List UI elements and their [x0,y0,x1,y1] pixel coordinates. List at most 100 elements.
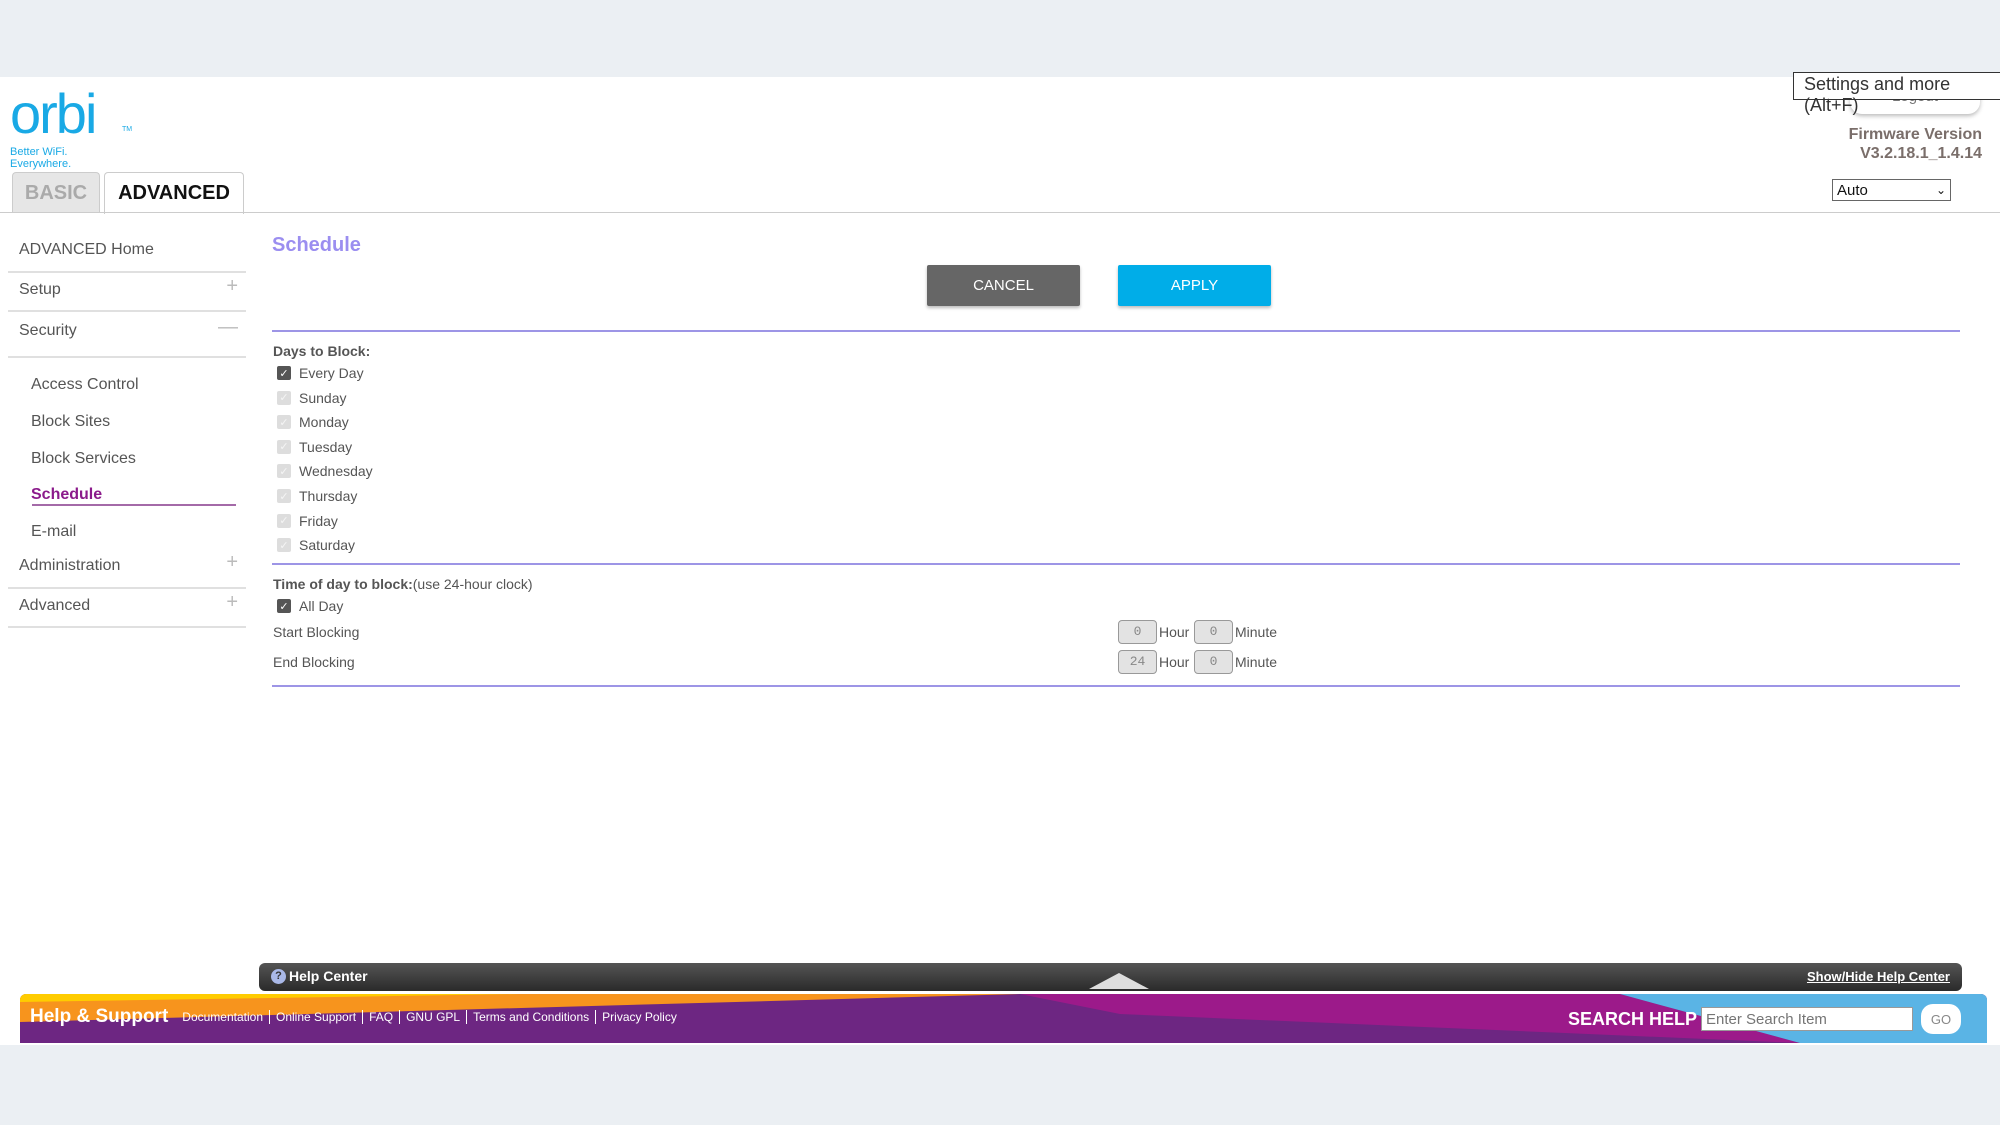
question-icon: ? [271,968,286,984]
start-minute-input[interactable]: 0 [1194,620,1233,644]
day-checkbox-row: ✓ Monday [277,414,349,430]
day-checkbox-row: ✓ Thursday [277,488,357,504]
day-checkbox: ✓ [277,439,291,454]
sidebar: ADVANCED Home Setup + Security — Access … [8,230,246,630]
firmware-label: Firmware Version [1848,126,1982,143]
all-day-label: All Day [299,598,344,614]
page-title: Schedule [272,234,361,256]
days-heading: Days to Block: [273,343,371,359]
day-label: Thursday [299,488,358,504]
start-hour-input[interactable]: 0 [1118,620,1157,644]
firmware-version: V3.2.18.1_1.4.14 [1860,145,1982,162]
expand-arrow-icon[interactable] [1089,973,1149,989]
start-blocking-label: Start Blocking [273,624,360,640]
browser-top-band [0,0,2000,77]
tab-divider [0,212,2000,213]
tab-basic[interactable]: BASIC [12,172,100,213]
end-hour-input[interactable]: 24 [1118,650,1157,674]
sidebar-item-advanced[interactable]: Advanced [19,597,90,615]
link-gnu-gpl[interactable]: GNU GPL [400,1010,468,1024]
tab-advanced[interactable]: ADVANCED [104,172,244,214]
search-help-input[interactable] [1701,1007,1914,1031]
search-help-label: SEARCH HELP [1568,1008,1698,1029]
help-center-label: Help Center [289,968,368,984]
browser-tooltip: Settings and more (Alt+F) [1793,72,2000,115]
day-label: Saturday [299,537,356,554]
language-select[interactable]: Auto ⌄ [1832,179,1951,201]
time-heading-label: Time of day to block: [273,576,413,592]
day-label: Sunday [299,389,347,406]
help-support-title: Help & Support [30,1006,169,1027]
sidebar-item-administration[interactable]: Administration [19,557,120,575]
sidebar-item-block-services[interactable]: Block Services [31,450,136,468]
divider [8,587,246,589]
link-online-support[interactable]: Online Support [270,1010,364,1024]
sidebar-item-access-control[interactable]: Access Control [31,376,139,394]
divider [8,356,246,358]
go-button[interactable]: GO [1921,1004,1962,1034]
trademark: TM [122,126,133,133]
sidebar-item-email[interactable]: E-mail [31,523,76,541]
time-note: (use 24-hour clock) [412,576,533,592]
day-checkbox-row: ✓ Friday [277,513,338,529]
day-label: Monday [299,414,349,431]
link-terms[interactable]: Terms and Conditions [467,1010,597,1024]
sidebar-item-security[interactable]: Security [19,322,77,340]
link-faq[interactable]: FAQ [363,1010,401,1024]
end-blocking-label: End Blocking [273,654,355,670]
sidebar-item-advanced-home[interactable]: ADVANCED Home [19,241,154,259]
sidebar-item-block-sites[interactable]: Block Sites [31,413,110,431]
link-documentation[interactable]: Documentation [176,1010,270,1024]
divider [8,310,246,312]
day-checkbox: ✓ [277,513,291,528]
minus-icon[interactable]: — [218,316,238,339]
section-divider [272,685,1960,687]
day-label: Wednesday [299,463,373,480]
firmware-info: Firmware Version V3.2.18.1_1.4.14 [1849,125,1982,163]
language-value: Auto [1837,181,1868,199]
browser-bottom-band [0,1045,2000,1125]
minute-unit: Minute [1235,654,1278,670]
plus-icon[interactable]: + [226,275,238,298]
logo-tagline: Better WiFi. Everywhere. [10,146,72,170]
day-label: Every Day [299,365,364,381]
end-minute-input[interactable]: 0 [1194,650,1233,674]
show-hide-help-link[interactable]: Show/Hide Help Center [1807,969,1950,984]
day-checkbox-row: ✓ Saturday [277,537,355,553]
section-divider [272,563,1960,565]
help-center-toggle[interactable]: ? Help Center [271,968,368,984]
plus-icon[interactable]: + [226,591,238,614]
all-day-checkbox[interactable]: ✓ [277,599,291,613]
day-checkbox: ✓ [277,489,291,503]
day-checkbox-row: ✓ Wednesday [277,463,373,479]
logo-text: orbi [10,82,97,145]
all-day-checkbox-row[interactable]: ✓ All Day [277,598,343,614]
day-checkbox-row: ✓ Sunday [277,390,346,406]
day-checkbox: ✓ [277,538,291,553]
day-label: Friday [299,512,338,529]
chevron-down-icon: ⌄ [1935,183,1946,197]
day-checkbox-row[interactable]: ✓ Every Day [277,365,364,381]
section-divider [272,330,1960,332]
day-checkbox[interactable]: ✓ [277,366,291,380]
sidebar-item-setup[interactable]: Setup [19,281,61,299]
day-checkbox: ✓ [277,415,291,430]
minute-unit: Minute [1235,624,1278,640]
day-label: Tuesday [299,438,353,455]
apply-button[interactable]: APPLY [1118,265,1271,306]
divider [8,271,246,273]
link-privacy[interactable]: Privacy Policy [596,1010,683,1024]
day-checkbox-row: ✓ Tuesday [277,439,352,455]
day-checkbox: ✓ [277,464,291,479]
divider [8,626,246,628]
sidebar-item-schedule[interactable]: Schedule [31,486,102,504]
hour-unit: Hour [1159,654,1190,670]
cancel-button[interactable]: CANCEL [927,265,1080,306]
plus-icon[interactable]: + [226,551,238,574]
help-support-footer: Help & Support Documentation Online Supp… [20,994,1987,1043]
active-underline [32,504,236,506]
day-checkbox: ✓ [277,390,291,405]
time-heading: Time of day to block:(use 24-hour clock) [273,576,533,592]
help-center-bar: ? Help Center Show/Hide Help Center [259,963,1962,991]
hour-unit: Hour [1159,624,1190,640]
